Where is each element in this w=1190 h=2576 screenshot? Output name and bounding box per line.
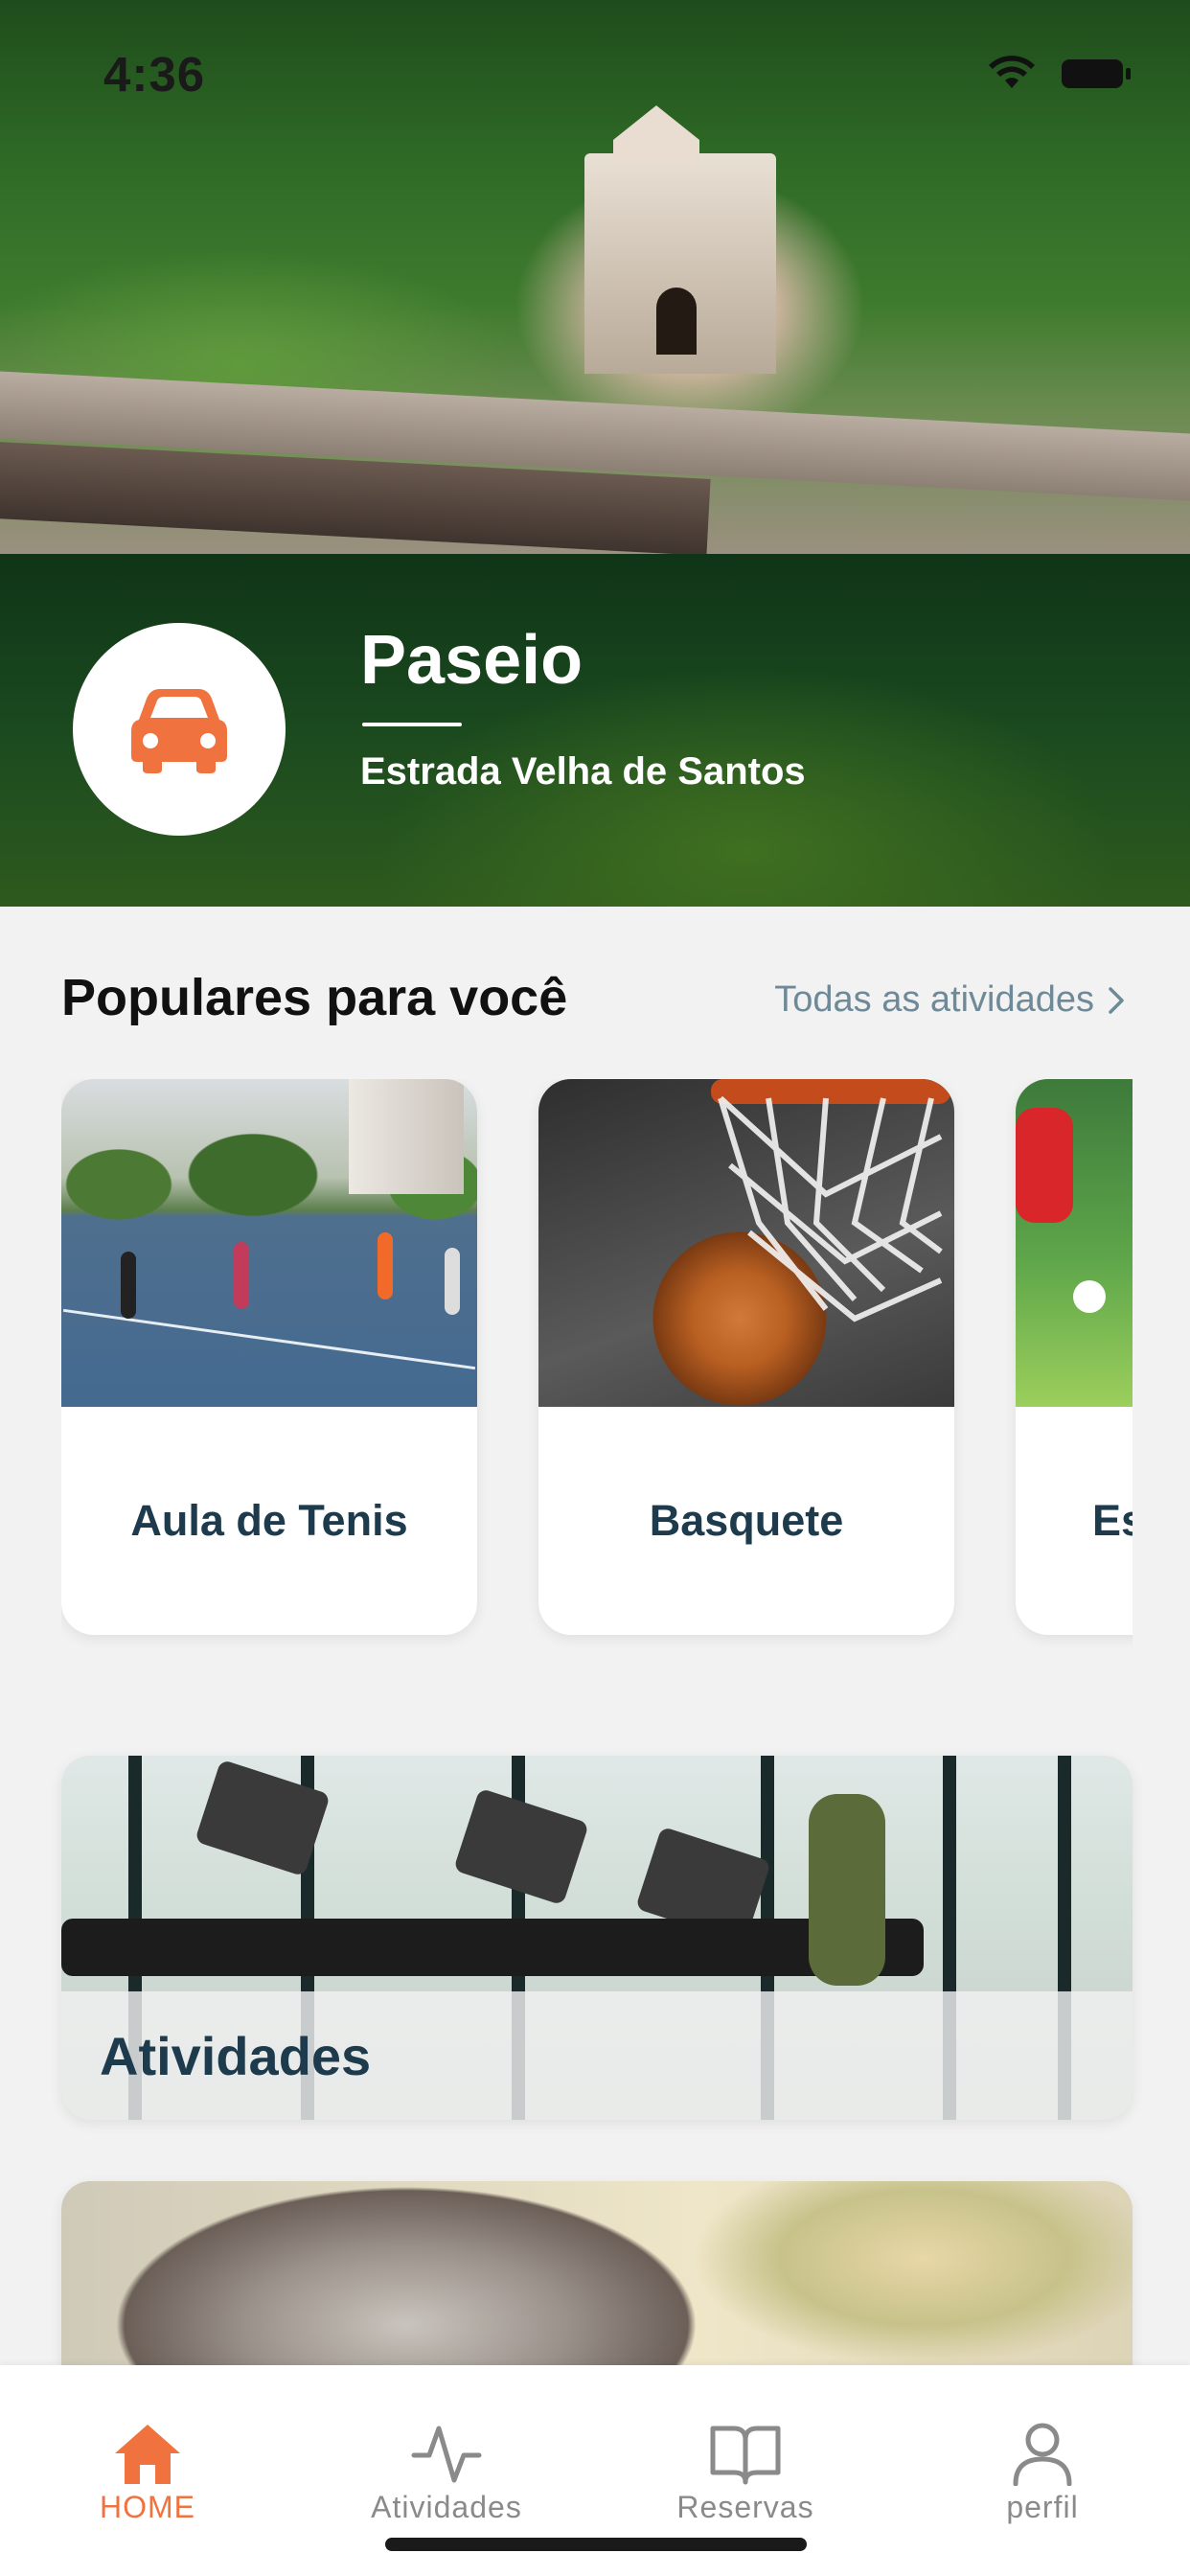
- status-bar: 4:36: [0, 0, 1190, 144]
- location-icon-circle[interactable]: [73, 623, 286, 836]
- chevron-right-icon: [1109, 986, 1124, 1014]
- location-subtitle: Estrada Velha de Santos: [360, 750, 806, 793]
- tab-reservas[interactable]: Reservas: [650, 2421, 841, 2525]
- tab-label: HOME: [100, 2490, 195, 2524]
- grill-banner[interactable]: [61, 2181, 1133, 2392]
- wifi-icon: [989, 56, 1035, 88]
- activity-card-partial[interactable]: Es: [1016, 1079, 1133, 1635]
- location-header: Paseio Estrada Velha de Santos: [0, 554, 1190, 907]
- book-icon: [710, 2426, 781, 2485]
- status-time: 4:36: [103, 47, 206, 102]
- section-title-popular: Populares para você: [61, 969, 568, 1026]
- activity-card-label: Es: [1092, 1496, 1133, 1545]
- basketball-net-photo: [538, 1079, 954, 1407]
- see-all-activities-link[interactable]: Todas as atividades: [774, 979, 1125, 1021]
- popular-carousel[interactable]: Aula de Tenis Basquete E: [61, 1079, 1133, 1654]
- activity-card-basquete[interactable]: Basquete: [538, 1079, 954, 1635]
- see-all-label: Todas as atividades: [774, 979, 1094, 1020]
- activity-card-label: Aula de Tenis: [130, 1496, 408, 1545]
- location-title: Paseio: [360, 622, 584, 699]
- tennis-court-photo: [61, 1079, 477, 1407]
- banner-title: Atividades: [100, 2025, 372, 2086]
- tab-perfil[interactable]: perfil: [947, 2421, 1138, 2525]
- battery-icon: [1062, 59, 1131, 88]
- tab-home[interactable]: HOME: [52, 2421, 243, 2525]
- activity-card-label: Basquete: [649, 1496, 844, 1545]
- banner-label-bar: Atividades: [61, 1991, 1133, 2120]
- activities-banner[interactable]: Atividades: [61, 1756, 1133, 2120]
- user-icon: [1013, 2423, 1072, 2486]
- tab-label: Reservas: [676, 2490, 814, 2524]
- car-icon: [131, 689, 227, 773]
- tab-label: perfil: [1006, 2490, 1079, 2524]
- home-icon: [115, 2425, 180, 2484]
- tab-atividades[interactable]: Atividades: [351, 2421, 542, 2525]
- hero-historic-house: [584, 153, 776, 374]
- tab-label: Atividades: [371, 2490, 522, 2524]
- soccer-kids-photo: [1016, 1079, 1133, 1407]
- activity-icon: [411, 2426, 482, 2483]
- title-divider: [362, 723, 462, 726]
- home-indicator: [385, 2538, 807, 2551]
- activity-card-tenis[interactable]: Aula de Tenis: [61, 1079, 477, 1635]
